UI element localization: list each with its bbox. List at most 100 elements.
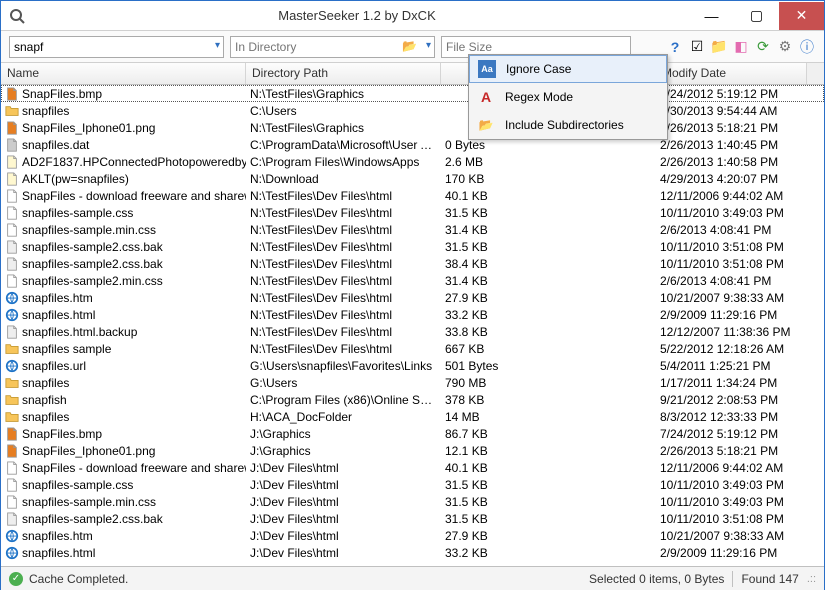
- help-icon[interactable]: ?: [666, 38, 684, 56]
- table-row[interactable]: snapfiles-sample.css J:\Dev Files\html 3…: [1, 476, 824, 493]
- menu-label: Regex Mode: [505, 90, 573, 104]
- dat-icon: [5, 138, 19, 152]
- checkbox-icon[interactable]: ☑: [688, 38, 706, 56]
- browse-folder-icon[interactable]: 📂: [402, 39, 417, 53]
- minimize-button[interactable]: —: [689, 2, 734, 30]
- file-size: 31.5 KB: [441, 512, 656, 526]
- table-row[interactable]: AD2F1837.HPConnectedPhotopoweredbySn... …: [1, 153, 824, 170]
- table-row[interactable]: snapfiles-sample2.css.bak J:\Dev Files\h…: [1, 510, 824, 527]
- file-name: snapfiles-sample.css: [22, 478, 133, 492]
- file-size: 40.1 KB: [441, 461, 656, 475]
- file-date: 10/11/2010 3:49:03 PM: [656, 206, 824, 220]
- file-name: SnapFiles.bmp: [22, 427, 102, 441]
- app-icon: [9, 8, 25, 24]
- table-row[interactable]: SnapFiles.bmp N:\TestFiles\Graphics 7/24…: [1, 85, 824, 102]
- table-row[interactable]: SnapFiles.bmp J:\Graphics 86.7 KB 7/24/2…: [1, 425, 824, 442]
- file-dir: N:\TestFiles\Dev Files\html: [246, 257, 441, 271]
- table-row[interactable]: SnapFiles - download freeware and sharew…: [1, 187, 824, 204]
- file-dir: J:\Graphics: [246, 427, 441, 441]
- menu-regex-mode[interactable]: A Regex Mode: [469, 83, 667, 111]
- url-icon: [5, 359, 19, 373]
- file-date: 10/11/2010 3:51:08 PM: [656, 257, 824, 271]
- close-button[interactable]: ✕: [779, 2, 824, 30]
- css-icon: [5, 478, 19, 492]
- file-date: 4/29/2013 4:20:07 PM: [656, 172, 824, 186]
- results-list[interactable]: SnapFiles.bmp N:\TestFiles\Graphics 7/24…: [1, 85, 824, 566]
- table-row[interactable]: snapfiles-sample2.css.bak N:\TestFiles\D…: [1, 255, 824, 272]
- maximize-button[interactable]: ▢: [734, 2, 779, 30]
- file-size: 31.4 KB: [441, 274, 656, 288]
- table-row[interactable]: snapfiles-sample2.min.css N:\TestFiles\D…: [1, 272, 824, 289]
- table-row[interactable]: snapfiles-sample2.css.bak N:\TestFiles\D…: [1, 238, 824, 255]
- file-name: SnapFiles_Iphone01.png: [22, 121, 155, 135]
- file-size: 86.7 KB: [441, 427, 656, 441]
- eraser-icon[interactable]: ◧: [732, 38, 750, 56]
- css-icon: [5, 495, 19, 509]
- column-name[interactable]: Name: [1, 63, 246, 84]
- file-name: snapfiles sample: [22, 342, 111, 356]
- settings-icon[interactable]: ⚙: [776, 38, 794, 56]
- file-date: 7/24/2012 5:19:12 PM: [656, 87, 824, 101]
- file-size: 40.1 KB: [441, 189, 656, 203]
- file-dir: J:\Dev Files\html: [246, 529, 441, 543]
- table-row[interactable]: snapfiles-sample.css N:\TestFiles\Dev Fi…: [1, 204, 824, 221]
- file-name: snapfiles: [22, 104, 69, 118]
- file-date: 5/22/2012 12:18:26 AM: [656, 342, 824, 356]
- folder-options-icon[interactable]: 📁: [710, 38, 728, 56]
- folder-icon: [5, 410, 19, 424]
- table-row[interactable]: snapfiles sample N:\TestFiles\Dev Files\…: [1, 340, 824, 357]
- folder-icon: [5, 376, 19, 390]
- column-date[interactable]: Modify Date: [656, 63, 807, 84]
- window-title: MasterSeeker 1.2 by DxCK: [25, 8, 689, 23]
- table-row[interactable]: snapfiles.html.backup N:\TestFiles\Dev F…: [1, 323, 824, 340]
- file-date: 2/26/2013 5:18:21 PM: [656, 444, 824, 458]
- info-icon[interactable]: ⓘ: [798, 38, 816, 56]
- search-dropdown-icon[interactable]: ▾: [215, 40, 220, 51]
- file-dir: C:\Program Files (x86)\Online Services: [246, 393, 441, 407]
- file-size: 31.5 KB: [441, 495, 656, 509]
- file-name: SnapFiles - download freeware and sharew…: [22, 189, 246, 203]
- table-row[interactable]: snapfiles G:\Users 790 MB 1/17/2011 1:34…: [1, 374, 824, 391]
- menu-ignore-case[interactable]: Aa Ignore Case: [469, 55, 667, 83]
- refresh-icon[interactable]: ⟳: [754, 38, 772, 56]
- regex-icon: A: [477, 88, 495, 106]
- table-row[interactable]: SnapFiles - download freeware and sharew…: [1, 459, 824, 476]
- table-row[interactable]: SnapFiles_Iphone01.png J:\Graphics 12.1 …: [1, 442, 824, 459]
- file-name: SnapFiles.bmp: [22, 87, 102, 101]
- file-size: 31.5 KB: [441, 240, 656, 254]
- table-row[interactable]: snapfiles C:\Users 8/30/2013 9:54:44 AM: [1, 102, 824, 119]
- file-date: 10/11/2010 3:51:08 PM: [656, 512, 824, 526]
- ie-icon: [5, 546, 19, 560]
- table-row[interactable]: snapfiles.htm N:\TestFiles\Dev Files\htm…: [1, 289, 824, 306]
- file-dir: C:\Users: [246, 104, 441, 118]
- bak-icon: [5, 240, 19, 254]
- directory-dropdown-icon[interactable]: ▾: [426, 40, 431, 51]
- file-name: snapfiles-sample.min.css: [22, 495, 156, 509]
- table-row[interactable]: snapfiles H:\ACA_DocFolder 14 MB 8/3/201…: [1, 408, 824, 425]
- statusbar: ✓ Cache Completed. Selected 0 items, 0 B…: [1, 566, 824, 590]
- menu-include-subdirs[interactable]: 📂 Include Subdirectories: [469, 111, 667, 139]
- resize-grip[interactable]: .::: [807, 573, 816, 585]
- table-row[interactable]: snapfiles.url G:\Users\snapfiles\Favorit…: [1, 357, 824, 374]
- table-row[interactable]: snapfiles.dat C:\ProgramData\Microsoft\U…: [1, 136, 824, 153]
- table-row[interactable]: snapfiles.htm J:\Dev Files\html 27.9 KB …: [1, 527, 824, 544]
- css-icon: [5, 223, 19, 237]
- table-row[interactable]: snapfish C:\Program Files (x86)\Online S…: [1, 391, 824, 408]
- file-dir: G:\Users\snapfiles\Favorites\Links: [246, 359, 441, 373]
- file-date: 12/11/2006 9:44:02 AM: [656, 189, 824, 203]
- html-icon: [5, 461, 19, 475]
- table-row[interactable]: SnapFiles_Iphone01.png N:\TestFiles\Grap…: [1, 119, 824, 136]
- file-dir: N:\TestFiles\Dev Files\html: [246, 274, 441, 288]
- column-directory[interactable]: Directory Path: [246, 63, 441, 84]
- table-row[interactable]: snapfiles.html J:\Dev Files\html 33.2 KB…: [1, 544, 824, 561]
- file-name: snapfiles: [22, 410, 69, 424]
- file-name: snapfiles-sample.css: [22, 206, 133, 220]
- table-row[interactable]: snapfiles-sample.min.css N:\TestFiles\De…: [1, 221, 824, 238]
- file-size: 33.2 KB: [441, 308, 656, 322]
- file-date: 2/9/2009 11:29:16 PM: [656, 308, 824, 322]
- table-row[interactable]: AKLT(pw=snapfiles) N:\Download 170 KB 4/…: [1, 170, 824, 187]
- table-row[interactable]: snapfiles.html N:\TestFiles\Dev Files\ht…: [1, 306, 824, 323]
- table-row[interactable]: snapfiles-sample.min.css J:\Dev Files\ht…: [1, 493, 824, 510]
- file-size: 38.4 KB: [441, 257, 656, 271]
- search-input[interactable]: [9, 36, 224, 58]
